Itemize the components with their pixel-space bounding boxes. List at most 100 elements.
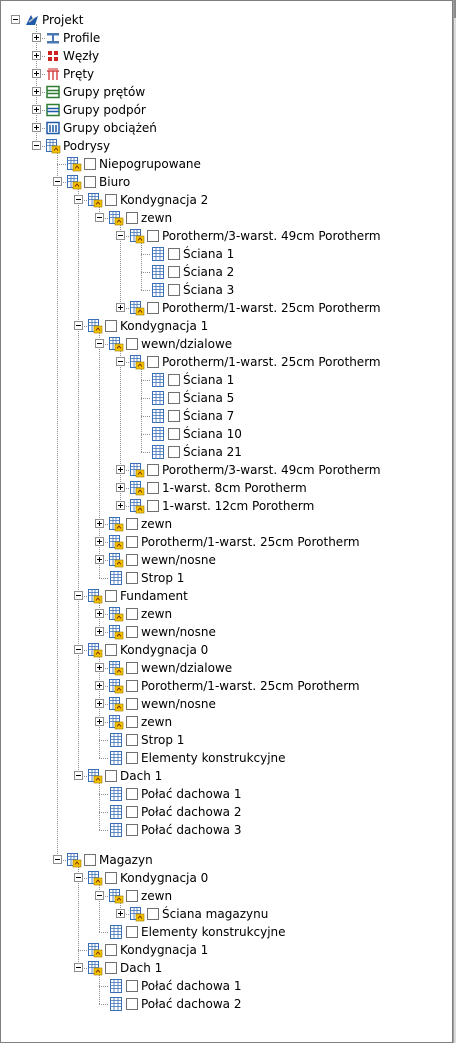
tree-node-label[interactable]: zewn [141,606,172,622]
tree-node-label[interactable]: Profile [63,30,100,46]
visibility-checkbox[interactable] [168,248,180,260]
tree-node-k1-s21[interactable]: Ściana 21 [1,443,453,461]
collapse-icon[interactable] [116,357,125,366]
tree-node-label[interactable]: Połać dachowa 2 [141,996,241,1012]
tree-node-k1-wd-p3[interactable]: Porotherm/3-warst. 49cm Porotherm [1,461,453,479]
visibility-checkbox[interactable] [105,320,117,332]
collapse-icon[interactable] [32,141,41,150]
tree-node-k2-s2[interactable]: Ściana 2 [1,263,453,281]
tree-node-k2-zewn[interactable]: zewn [1,209,453,227]
tree-node-f-zewn[interactable]: zewn [1,605,453,623]
visibility-checkbox[interactable] [126,716,138,728]
collapse-icon[interactable] [74,195,83,204]
tree-node-label[interactable]: 1-warst. 8cm Porotherm [162,480,307,496]
visibility-checkbox[interactable] [126,824,138,836]
tree-node-label[interactable]: Połać dachowa 2 [141,804,241,820]
tree-node-m-dach[interactable]: Dach 1 [1,959,453,977]
expand-icon[interactable] [116,501,125,510]
tree-node-k1-wd-12[interactable]: 1-warst. 12cm Porotherm [1,497,453,515]
tree-node-k1-s1[interactable]: Ściana 1 [1,371,453,389]
visibility-checkbox[interactable] [105,962,117,974]
visibility-checkbox[interactable] [126,806,138,818]
tree-node-label[interactable]: Połać dachowa 1 [141,786,241,802]
tree-node-grupy-obciazen[interactable]: Grupy obciążeń [1,119,453,137]
tree-node-k1-wd-p1[interactable]: Porotherm/1-warst. 25cm Porotherm [1,353,453,371]
visibility-checkbox[interactable] [105,770,117,782]
tree-node-label[interactable]: Ściana 2 [183,264,234,280]
tree-node-magazyn[interactable]: Magazyn [1,851,453,869]
tree-node-m-d-p1[interactable]: Połać dachowa 1 [1,977,453,995]
tree-node-label[interactable]: Połać dachowa 3 [141,822,241,838]
tree-node-label[interactable]: Kondygnacja 1 [120,318,208,334]
visibility-checkbox[interactable] [126,890,138,902]
visibility-checkbox[interactable] [84,176,96,188]
tree-node-label[interactable]: Ściana 10 [183,426,242,442]
tree-node-label[interactable]: Połać dachowa 1 [141,978,241,994]
visibility-checkbox[interactable] [147,464,159,476]
tree-node-kond0[interactable]: Kondygnacja 0 [1,641,453,659]
tree-node-label[interactable]: zewn [141,516,172,532]
tree-node-label[interactable]: Ściana magazynu [162,906,268,922]
tree-node-label[interactable]: Ściana 1 [183,246,234,262]
tree-node-k0-strop[interactable]: Strop 1 [1,731,453,749]
visibility-checkbox[interactable] [84,854,96,866]
visibility-checkbox[interactable] [126,626,138,638]
tree-node-kond2[interactable]: Kondygnacja 2 [1,191,453,209]
tree-node-label[interactable]: Grupy prętów [63,84,145,100]
tree-node-label[interactable]: Fundament [120,588,188,604]
collapse-icon[interactable] [11,15,20,24]
tree-node-podrysy[interactable]: Podrysy [1,137,453,155]
visibility-checkbox[interactable] [126,662,138,674]
tree-node-label[interactable]: Kondygnacja 0 [120,870,208,886]
tree-node-label[interactable]: Ściana 21 [183,444,242,460]
visibility-checkbox[interactable] [168,284,180,296]
tree-node-k2-s3[interactable]: Ściana 3 [1,281,453,299]
visibility-checkbox[interactable] [126,980,138,992]
tree-node-label[interactable]: Dach 1 [120,768,162,784]
tree-node-m-k0-zewn[interactable]: zewn [1,887,453,905]
tree-node-m-k0-ek[interactable]: Elementy konstrukcyjne [1,923,453,941]
visibility-checkbox[interactable] [126,572,138,584]
visibility-checkbox[interactable] [105,644,117,656]
tree-node-k1-s5[interactable]: Ściana 5 [1,389,453,407]
tree-node-label[interactable]: Elementy konstrukcyjne [141,750,286,766]
tree-node-grupy-podpor[interactable]: Grupy podpór [1,101,453,119]
tree-node-label[interactable]: wewn/dzialowe [141,336,232,352]
tree-node-k1-strop[interactable]: Strop 1 [1,569,453,587]
tree-node-label[interactable]: Grupy obciążeń [63,120,157,136]
collapse-icon[interactable] [53,855,62,864]
visibility-checkbox[interactable] [126,554,138,566]
expand-icon[interactable] [32,69,41,78]
tree-node-kond1[interactable]: Kondygnacja 1 [1,317,453,335]
tree-node-label[interactable]: wewn/nosne [141,696,216,712]
tree-node-k0-p1[interactable]: Porotherm/1-warst. 25cm Porotherm [1,677,453,695]
tree-node-k0-wd[interactable]: wewn/dzialowe [1,659,453,677]
tree-node-k1-wd[interactable]: wewn/dzialowe [1,335,453,353]
visibility-checkbox[interactable] [126,536,138,548]
tree-node-label[interactable]: Podrysy [63,138,110,154]
expand-icon[interactable] [116,465,125,474]
tree-node-fund[interactable]: Fundament [1,587,453,605]
collapse-icon[interactable] [95,891,104,900]
tree-node-label[interactable]: Ściana 3 [183,282,234,298]
tree-node-k1-zewn[interactable]: zewn [1,515,453,533]
tree-node-dach1[interactable]: Dach 1 [1,767,453,785]
tree-node-m-k0-sciana[interactable]: Ściana magazynu [1,905,453,923]
tree-node-label[interactable]: Ściana 7 [183,408,234,424]
tree-node-label[interactable]: Projekt [42,12,83,28]
tree-node-label[interactable]: Kondygnacja 0 [120,642,208,658]
tree-node-label[interactable]: Porotherm/3-warst. 49cm Porotherm [162,228,381,244]
tree-node-profile[interactable]: Profile [1,29,453,47]
visibility-checkbox[interactable] [168,266,180,278]
tree-node-biuro[interactable]: Biuro [1,173,453,191]
visibility-checkbox[interactable] [105,944,117,956]
visibility-checkbox[interactable] [168,446,180,458]
project-tree[interactable]: Projekt Profile Węzły Pręty Grupy prętów Grup… [1,1,453,1044]
visibility-checkbox[interactable] [105,194,117,206]
tree-node-wezly[interactable]: Węzły [1,47,453,65]
tree-node-label[interactable]: wewn/dzialowe [141,660,232,676]
visibility-checkbox[interactable] [147,356,159,368]
expand-icon[interactable] [116,303,125,312]
tree-node-label[interactable]: Ściana 1 [183,372,234,388]
visibility-checkbox[interactable] [168,392,180,404]
